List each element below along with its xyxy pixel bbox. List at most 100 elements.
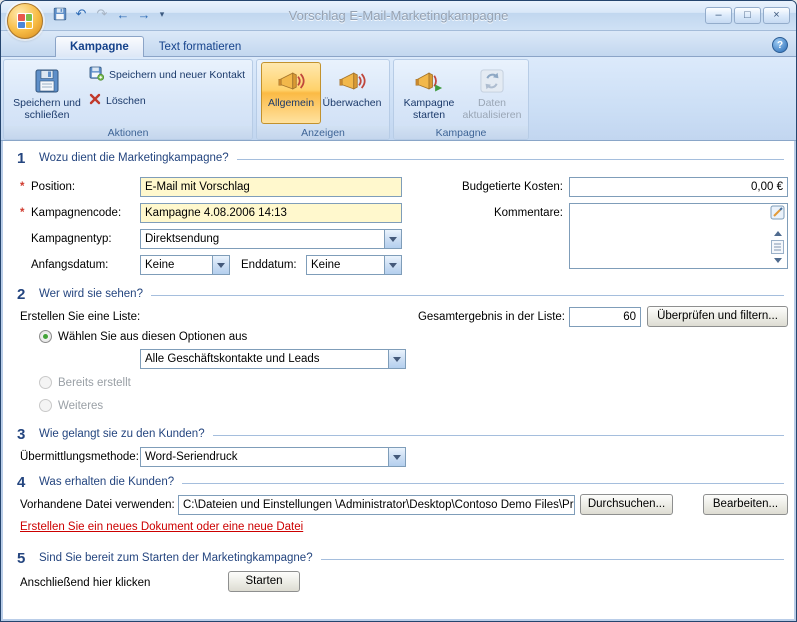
save-and-new-contact-label: Speichern und neuer Kontakt bbox=[109, 69, 245, 81]
delivery-method-label: Übermittlungsmethode: bbox=[20, 447, 139, 467]
section-4-title: Was erhalten die Kunden? bbox=[39, 476, 174, 488]
chevron-down-icon[interactable] bbox=[384, 256, 401, 274]
ueberwachen-label: Überwachen bbox=[323, 97, 382, 109]
click-here-label: Anschließend hier klicken bbox=[20, 573, 150, 593]
section-4-number: 4 bbox=[17, 474, 39, 491]
budget-input[interactable]: 0,00 € bbox=[569, 177, 788, 197]
required-marker-code: * bbox=[20, 203, 24, 223]
position-input[interactable]: E-Mail mit Vorschlag bbox=[140, 177, 402, 197]
comments-label: Kommentare: bbox=[433, 203, 563, 223]
app-window: ↶ ↷ ← → ▾ Vorschlag E-Mail-Marketingkamp… bbox=[0, 0, 797, 622]
section-1-title: Wozu dient die Marketingkampagne? bbox=[39, 152, 229, 164]
ribbon-group-aktionen: Speichern und schließen Speichern und ne… bbox=[3, 59, 253, 140]
office-button[interactable] bbox=[7, 3, 43, 39]
ribbon-tab-row: Kampagne Text formatieren ? bbox=[1, 31, 796, 57]
save-and-close-button[interactable]: Speichern und schließen bbox=[8, 62, 86, 124]
campaign-type-select[interactable]: Direktsendung bbox=[140, 229, 402, 249]
campaign-form: 1 Wozu dient die Marketingkampagne? * Po… bbox=[1, 141, 796, 621]
section-1-header: 1 Wozu dient die Marketingkampagne? bbox=[17, 149, 784, 167]
scroll-lines-icon[interactable] bbox=[771, 240, 784, 254]
tab-text-formatieren[interactable]: Text formatieren bbox=[144, 36, 256, 57]
scroll-up-icon[interactable] bbox=[770, 227, 785, 240]
daten-aktualisieren-button: Daten aktualisieren bbox=[460, 62, 524, 124]
end-date-select[interactable]: Keine bbox=[306, 255, 402, 275]
titlebar: ↶ ↷ ← → ▾ Vorschlag E-Mail-Marketingkamp… bbox=[1, 1, 796, 31]
chevron-down-icon[interactable] bbox=[388, 448, 405, 466]
start-date-select[interactable]: Keine bbox=[140, 255, 230, 275]
scroll-down-icon[interactable] bbox=[770, 254, 785, 267]
group-label-kampagne: Kampagne bbox=[394, 126, 528, 140]
close-button[interactable]: × bbox=[763, 7, 790, 24]
megaphone-icon bbox=[277, 65, 305, 97]
group-label-anzeigen: Anzeigen bbox=[257, 126, 389, 140]
campaign-code-label: Kampagnencode: bbox=[31, 203, 121, 223]
section-divider bbox=[213, 435, 784, 436]
radio-select-options[interactable] bbox=[39, 330, 52, 343]
ribbon: Speichern und schließen Speichern und ne… bbox=[1, 57, 796, 141]
radio-other-label: Weiteres bbox=[58, 396, 103, 416]
create-new-document-link[interactable]: Erstellen Sie ein neues Dokument oder ei… bbox=[20, 521, 303, 533]
allgemein-button[interactable]: Allgemein bbox=[261, 62, 321, 124]
section-2-title: Wer wird sie sehen? bbox=[39, 288, 143, 300]
campaign-code-input[interactable]: Kampagne 4.08.2006 14:13 bbox=[140, 203, 402, 223]
ribbon-group-anzeigen: Allgemein Überwachen Anzeigen bbox=[256, 59, 390, 140]
minimize-button[interactable]: – bbox=[705, 7, 732, 24]
start-campaign-icon bbox=[415, 65, 443, 97]
save-and-new-contact-button[interactable]: Speichern und neuer Kontakt bbox=[86, 65, 248, 85]
campaign-type-value: Direktsendung bbox=[141, 230, 384, 248]
kampagne-starten-label: Kampagne starten bbox=[400, 97, 458, 121]
start-date-label: Anfangsdatum: bbox=[31, 255, 108, 275]
megaphone-monitor-icon bbox=[338, 65, 366, 97]
tab-kampagne[interactable]: Kampagne bbox=[55, 36, 144, 57]
radio-select-options-label: Wählen Sie aus diesen Optionen aus bbox=[58, 327, 247, 347]
section-5-title: Sind Sie bereit zum Starten der Marketin… bbox=[39, 552, 313, 564]
end-date-value: Keine bbox=[307, 256, 384, 274]
chevron-down-icon[interactable] bbox=[212, 256, 229, 274]
office-logo-icon bbox=[17, 13, 33, 29]
section-divider bbox=[182, 483, 784, 484]
section-2-number: 2 bbox=[17, 286, 39, 303]
delete-label: Löschen bbox=[106, 95, 146, 107]
list-total-label: Gesamtergebnis in der Liste: bbox=[383, 307, 565, 327]
delivery-method-select[interactable]: Word-Seriendruck bbox=[140, 447, 406, 467]
radio-other bbox=[39, 399, 52, 412]
refresh-icon bbox=[480, 65, 504, 97]
section-2-header: 2 Wer wird sie sehen? bbox=[17, 285, 784, 303]
create-list-label: Erstellen Sie eine Liste: bbox=[20, 307, 140, 327]
section-5-header: 5 Sind Sie bereit zum Starten der Market… bbox=[17, 549, 784, 567]
help-button[interactable]: ? bbox=[772, 37, 788, 53]
section-3-title: Wie gelangt sie zu den Kunden? bbox=[39, 428, 205, 440]
existing-file-label: Vorhandene Datei verwenden: bbox=[20, 495, 175, 515]
delete-button[interactable]: Löschen bbox=[86, 92, 248, 109]
maximize-button[interactable]: □ bbox=[734, 7, 761, 24]
end-date-label: Enddatum: bbox=[241, 255, 297, 275]
window-controls: – □ × bbox=[703, 7, 790, 24]
comments-expand-icon[interactable] bbox=[770, 205, 785, 220]
section-divider bbox=[321, 559, 784, 560]
list-total-input[interactable]: 60 bbox=[569, 307, 641, 327]
edit-button[interactable]: Bearbeiten... bbox=[703, 494, 788, 515]
comments-textarea[interactable] bbox=[569, 203, 788, 269]
chevron-down-icon[interactable] bbox=[388, 350, 405, 368]
radio-already-created-label: Bereits erstellt bbox=[58, 373, 131, 393]
section-divider bbox=[237, 159, 784, 160]
section-1-number: 1 bbox=[17, 150, 39, 167]
comments-scrollbar bbox=[769, 205, 786, 267]
group-label-aktionen: Aktionen bbox=[4, 126, 252, 140]
save-new-contact-icon bbox=[89, 66, 104, 84]
required-marker-position: * bbox=[20, 177, 24, 197]
review-filter-button[interactable]: Überprüfen und filtern... bbox=[647, 306, 788, 327]
start-button[interactable]: Starten bbox=[228, 571, 300, 592]
delivery-method-value: Word-Seriendruck bbox=[141, 448, 388, 466]
chevron-down-icon[interactable] bbox=[384, 230, 401, 248]
window-title: Vorschlag E-Mail-Marketingkampagne bbox=[1, 1, 796, 31]
campaign-type-label: Kampagnentyp: bbox=[31, 229, 112, 249]
ueberwachen-button[interactable]: Überwachen bbox=[321, 62, 383, 124]
browse-button[interactable]: Durchsuchen... bbox=[580, 494, 673, 515]
existing-file-input[interactable]: C:\Dateien und Einstellungen \Administra… bbox=[178, 495, 575, 515]
kampagne-starten-button[interactable]: Kampagne starten bbox=[398, 62, 460, 124]
ribbon-group-kampagne: Kampagne starten Daten aktualisieren Kam… bbox=[393, 59, 529, 140]
recipient-list-select[interactable]: Alle Geschäftskontakte und Leads bbox=[140, 349, 406, 369]
section-4-header: 4 Was erhalten die Kunden? bbox=[17, 473, 784, 491]
recipient-list-value: Alle Geschäftskontakte und Leads bbox=[141, 350, 388, 368]
